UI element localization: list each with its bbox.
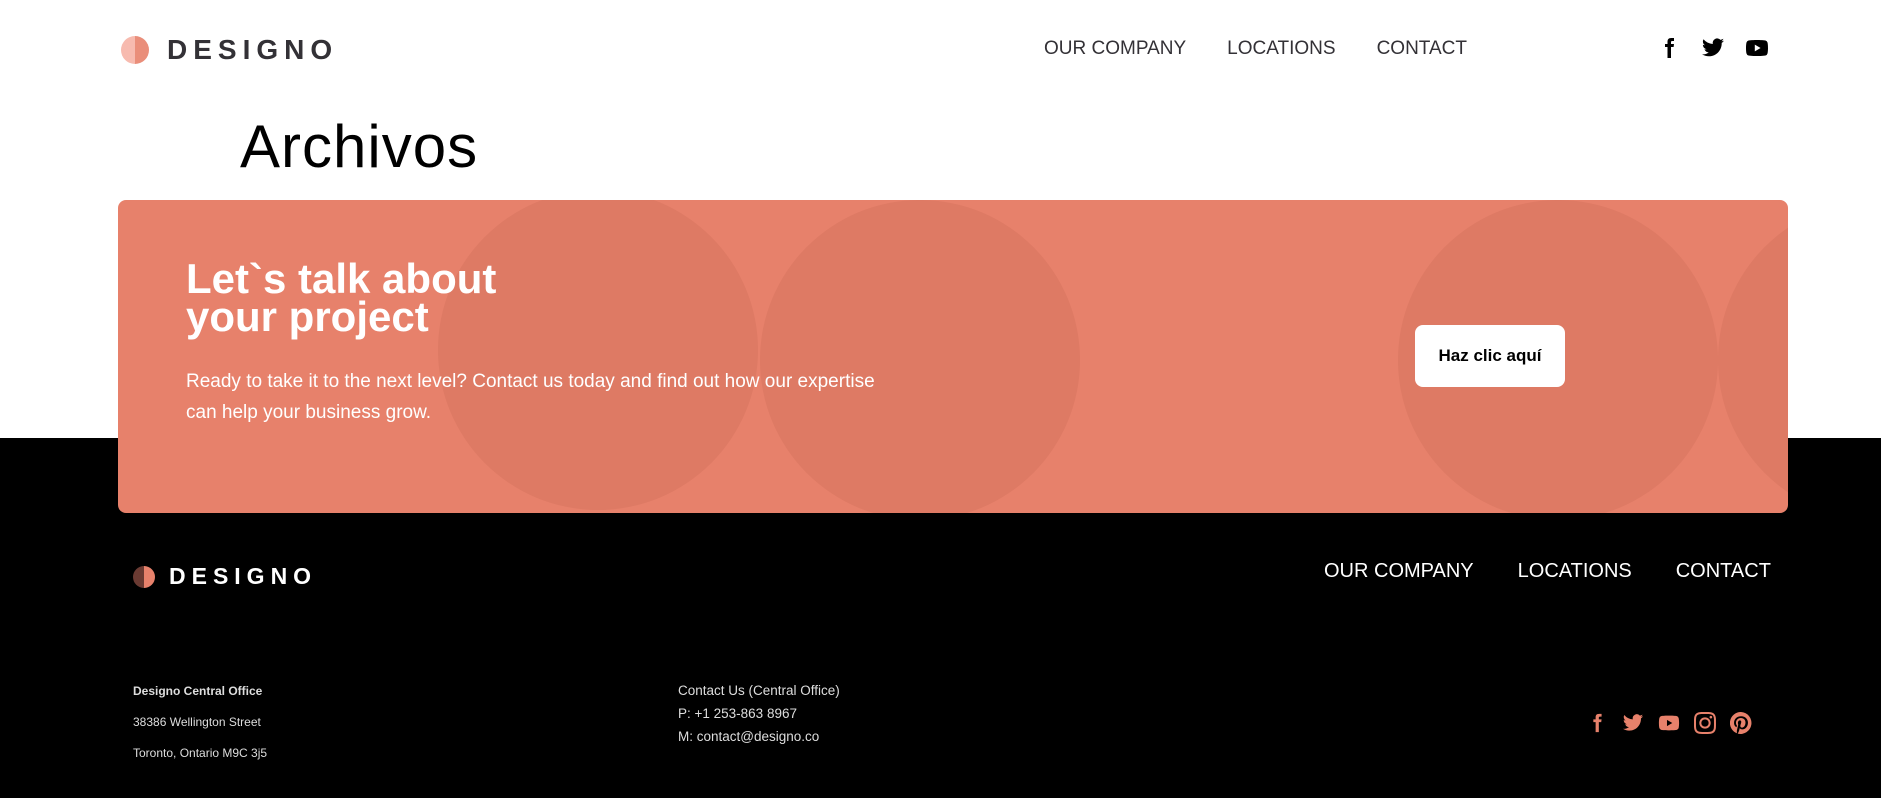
office-street: 38386 Wellington Street bbox=[133, 715, 261, 729]
contact-email[interactable]: M: contact@designo.co bbox=[678, 729, 840, 752]
office-address: Designo Central Office 38386 Wellington … bbox=[133, 684, 267, 777]
facebook-icon[interactable] bbox=[1657, 36, 1681, 60]
youtube-icon[interactable] bbox=[1658, 712, 1680, 734]
nav-our-company[interactable]: OUR COMPANY bbox=[1044, 38, 1186, 60]
logo-mark-icon bbox=[121, 36, 149, 64]
office-name: Designo Central Office bbox=[133, 684, 263, 698]
footer-logo[interactable]: DESIGNO bbox=[133, 563, 317, 590]
footer-nav-contact[interactable]: CONTACT bbox=[1676, 560, 1771, 583]
pinterest-icon[interactable] bbox=[1729, 711, 1752, 734]
instagram-icon[interactable] bbox=[1694, 712, 1716, 734]
contact-phone: P: +1 253-863 8967 bbox=[678, 706, 797, 721]
nav-contact[interactable]: CONTACT bbox=[1377, 38, 1467, 60]
contact-info: Contact Us (Central Office) P: +1 253-86… bbox=[678, 683, 840, 752]
footer-nav-locations[interactable]: LOCATIONS bbox=[1518, 560, 1632, 583]
header-social-links bbox=[1657, 36, 1789, 60]
office-city: Toronto, Ontario M9C 3j5 bbox=[133, 746, 268, 760]
footer-social-links bbox=[1586, 711, 1766, 734]
cta-banner: Let`s talk about your project Ready to t… bbox=[118, 200, 1788, 513]
footer-nav: OUR COMPANY LOCATIONS CONTACT bbox=[1324, 560, 1815, 583]
logo-mark-icon bbox=[133, 565, 155, 588]
decorative-circle bbox=[760, 200, 1080, 513]
site-header: DESIGNO OUR COMPANY LOCATIONS CONTACT bbox=[0, 0, 1881, 98]
logo-wordmark: DESIGNO bbox=[169, 563, 318, 589]
cta-heading-line-2: your project bbox=[186, 293, 429, 340]
footer-nav-our-company[interactable]: OUR COMPANY bbox=[1324, 560, 1474, 583]
contact-title: Contact Us (Central Office) bbox=[678, 683, 840, 698]
cta-description: Ready to take it to the next level? Cont… bbox=[186, 371, 875, 423]
cta-heading: Let`s talk about your project bbox=[186, 258, 546, 340]
twitter-icon[interactable] bbox=[1701, 36, 1725, 60]
decorative-circle bbox=[438, 200, 758, 510]
decorative-circle bbox=[1718, 200, 1788, 513]
twitter-icon[interactable] bbox=[1622, 712, 1644, 734]
header-logo[interactable]: DESIGNO bbox=[121, 34, 338, 66]
page-title: Archivos bbox=[240, 113, 479, 180]
header-nav: OUR COMPANY LOCATIONS CONTACT bbox=[1044, 38, 1508, 60]
logo-wordmark: DESIGNO bbox=[167, 34, 339, 65]
cta-button[interactable]: Haz clic aquí bbox=[1415, 325, 1565, 387]
nav-locations[interactable]: LOCATIONS bbox=[1227, 38, 1335, 60]
youtube-icon[interactable] bbox=[1745, 36, 1769, 60]
facebook-icon[interactable] bbox=[1586, 712, 1608, 734]
